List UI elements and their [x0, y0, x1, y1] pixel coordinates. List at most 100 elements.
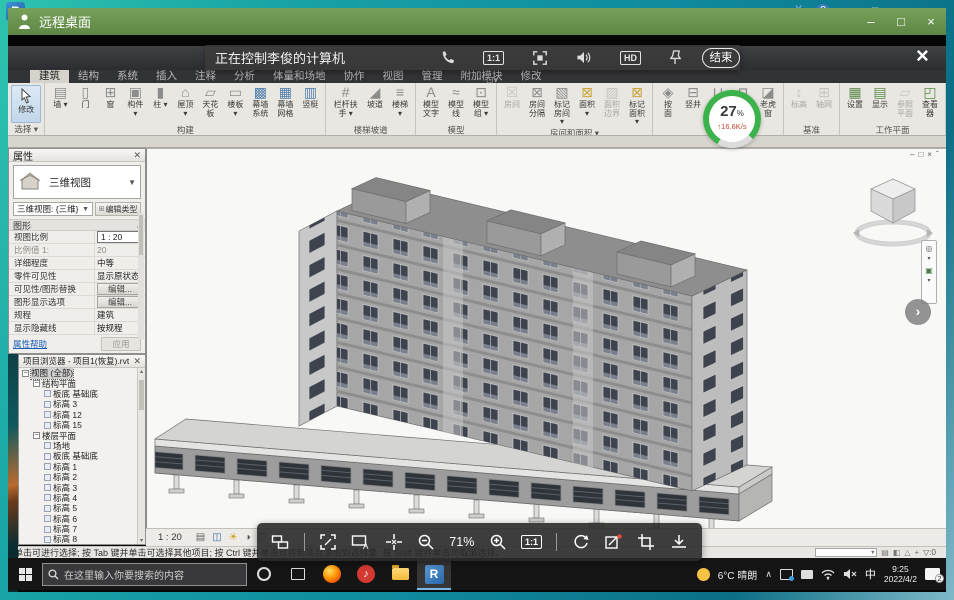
- building-model[interactable]: [147, 149, 946, 528]
- audio-button[interactable]: [576, 50, 592, 65]
- button-显示[interactable]: ▤显示: [868, 84, 892, 110]
- file-explorer-button[interactable]: [383, 558, 417, 590]
- press-drag-icon[interactable]: +: [915, 548, 920, 557]
- button-楼梯[interactable]: ≡楼梯 ▾: [388, 84, 412, 118]
- button-标高[interactable]: ↕标高: [787, 84, 811, 110]
- sun-path-icon[interactable]: ☀: [229, 532, 238, 543]
- maximize-button[interactable]: □: [886, 8, 916, 35]
- button-窗[interactable]: ⊞窗: [98, 84, 122, 110]
- expander-icon[interactable]: −: [22, 370, 29, 377]
- button-模型组[interactable]: ⊡模型 组 ▾: [469, 84, 493, 118]
- crop-icon[interactable]: [637, 533, 655, 551]
- tab-结构[interactable]: 结构: [69, 70, 108, 83]
- button-屋顶[interactable]: ⌂屋顶 ▾: [173, 84, 197, 118]
- detail-level-icon[interactable]: ▤: [196, 532, 205, 543]
- button-模型文字[interactable]: A模型 文字: [419, 84, 443, 118]
- cortana-button[interactable]: [247, 558, 281, 590]
- design-options-icon[interactable]: ◧: [893, 548, 901, 557]
- tree-item[interactable]: 标高 2: [19, 472, 137, 482]
- properties-help-link[interactable]: 属性帮助: [13, 338, 47, 350]
- start-button[interactable]: [8, 558, 42, 590]
- tree-item[interactable]: 标高 6: [19, 513, 137, 523]
- tab-建筑[interactable]: 建筑: [30, 70, 69, 83]
- tab-体量和场地[interactable]: 体量和场地: [264, 70, 335, 83]
- expander-icon[interactable]: −: [33, 432, 40, 439]
- screen-text-icon[interactable]: A: [351, 533, 370, 551]
- select-region-button[interactable]: [532, 50, 548, 66]
- tree-item[interactable]: 标高 3: [19, 482, 137, 492]
- panel-label[interactable]: 构建: [46, 124, 324, 135]
- steering-wheel-icon[interactable]: ◎: [926, 244, 933, 253]
- taskbar-search-input[interactable]: 在这里输入你要搜索的内容: [42, 563, 247, 586]
- fit-screen-icon[interactable]: [385, 533, 403, 551]
- button-设置[interactable]: ▦设置: [843, 84, 867, 110]
- button-墙[interactable]: ▤墙 ▾: [48, 84, 72, 110]
- tree-item[interactable]: 标高 5: [19, 503, 137, 513]
- panel-label[interactable]: 房间和面积 ▾: [498, 127, 651, 136]
- modify-button[interactable]: 修改: [11, 85, 41, 123]
- tree-item[interactable]: 板底 基础底: [19, 451, 137, 461]
- visual-style-icon[interactable]: ◫: [212, 532, 221, 543]
- firefox-button[interactable]: [315, 558, 349, 590]
- weather-sun-icon[interactable]: [697, 568, 710, 581]
- button-模型线[interactable]: ≈模型 线: [444, 84, 468, 118]
- button-幕墙网格[interactable]: ▦幕墙 网格: [273, 84, 297, 118]
- actual-size-button[interactable]: 1:1: [483, 51, 504, 65]
- button-轴网[interactable]: ⊞轴网: [812, 84, 836, 110]
- sidebar-toggle-button[interactable]: ›: [905, 299, 931, 325]
- properties-close-icon[interactable]: ✕: [133, 150, 141, 161]
- download-icon[interactable]: [670, 533, 688, 551]
- volume-muted-icon[interactable]: [843, 568, 857, 580]
- close-button[interactable]: ×: [916, 8, 946, 35]
- select-group-label[interactable]: 选择 ▾: [8, 123, 44, 134]
- apply-button[interactable]: 应用: [101, 337, 141, 351]
- tab-协作[interactable]: 协作: [335, 70, 374, 83]
- task-view-button[interactable]: [281, 558, 315, 590]
- weather-text[interactable]: 6°C 晴朗: [718, 567, 758, 582]
- button-查看器[interactable]: ◰查看器: [918, 84, 942, 118]
- tab-管理[interactable]: 管理: [413, 70, 452, 83]
- button-房间[interactable]: ☒房间: [500, 84, 524, 110]
- tray-expand-icon[interactable]: ∧: [765, 569, 772, 580]
- end-session-button[interactable]: 结束: [702, 48, 740, 68]
- button-参照平面[interactable]: ▱参照 平面: [893, 84, 917, 118]
- edit-type-button[interactable]: ⊞ 编辑类型: [95, 202, 141, 216]
- exclude-options-icon[interactable]: △: [904, 548, 910, 557]
- view-window-controls[interactable]: –□×ˆ: [910, 150, 939, 159]
- taskbar-clock[interactable]: 9:252022/4/2: [884, 564, 917, 584]
- filter-icon[interactable]: ▽:0: [923, 548, 936, 557]
- wheel-caret-icon[interactable]: ▾: [927, 255, 930, 264]
- zoom-tool-icon[interactable]: ▣: [925, 266, 933, 275]
- button-柱[interactable]: ▮柱 ▾: [148, 84, 172, 110]
- button-坡道[interactable]: ◢坡道: [363, 84, 387, 110]
- workset-icon[interactable]: ▤: [881, 548, 889, 557]
- button-竖井[interactable]: ⊟竖井: [681, 84, 705, 110]
- button-构件[interactable]: ▣构件 ▾: [123, 84, 147, 118]
- panel-label[interactable]: 楼梯坡道: [327, 124, 414, 135]
- button-面积边界[interactable]: ▨面积 边界: [600, 84, 624, 118]
- tab-系统[interactable]: 系统: [108, 70, 147, 83]
- connection-quality-indicator[interactable]: 27% ↑16.6K/s: [703, 90, 761, 148]
- revit-close-button[interactable]: ×: [916, 43, 929, 69]
- notification-center-icon[interactable]: 2: [925, 568, 940, 580]
- type-selector[interactable]: 三维视图 ▼: [13, 165, 141, 199]
- tree-item[interactable]: 标高 7: [19, 524, 137, 534]
- call-button[interactable]: [440, 50, 455, 65]
- tree-item[interactable]: 标高 1: [19, 462, 137, 472]
- minimize-button[interactable]: –: [856, 8, 886, 35]
- panel-label[interactable]: 基准: [785, 124, 838, 135]
- button-房间分隔[interactable]: ⊠房间 分隔: [525, 84, 549, 118]
- hd-quality-button[interactable]: HD: [620, 51, 641, 65]
- browser-close-icon[interactable]: ✕: [133, 356, 141, 367]
- fullscreen-icon[interactable]: [319, 533, 337, 551]
- graphics-section-header[interactable]: 图形 ▴: [9, 219, 145, 231]
- browser-scrollbar[interactable]: ▴▾: [137, 368, 145, 544]
- button-竖梃[interactable]: ▥竖梃: [298, 84, 322, 110]
- remote-window-titlebar[interactable]: 远程桌面 – □ ×: [8, 8, 946, 35]
- zoom-caret-icon[interactable]: ▾: [927, 277, 930, 286]
- navigation-bar[interactable]: ◎ ▾ ▣ ▾: [921, 240, 937, 304]
- tree-item[interactable]: 标高 4: [19, 493, 137, 503]
- tree-item[interactable]: 标高 15: [19, 420, 137, 430]
- button-幕墙系统[interactable]: ▩幕墙 系统: [248, 84, 272, 118]
- pin-toolbar-button[interactable]: [669, 50, 682, 65]
